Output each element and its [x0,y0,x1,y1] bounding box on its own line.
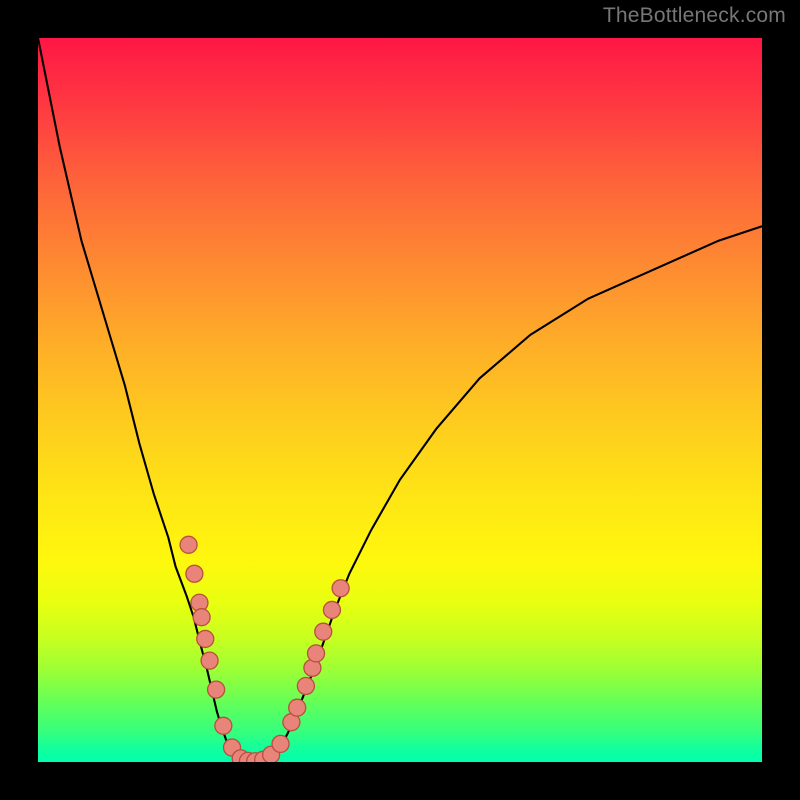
data-point-marker [197,630,214,647]
data-markers [180,536,349,762]
data-point-marker [272,735,289,752]
data-point-marker [193,609,210,626]
data-point-marker [332,580,349,597]
data-point-marker [323,601,340,618]
watermark-text: TheBottleneck.com [603,4,786,28]
bottleneck-curve [38,38,762,762]
data-point-marker [186,565,203,582]
data-point-marker [315,623,332,640]
data-point-marker [180,536,197,553]
chart-svg [38,38,762,762]
data-point-marker [215,717,232,734]
data-point-marker [297,677,314,694]
data-point-marker [208,681,225,698]
data-point-marker [308,645,325,662]
data-point-marker [201,652,218,669]
plot-area [38,38,762,762]
data-point-marker [289,699,306,716]
chart-container: TheBottleneck.com [0,0,800,800]
